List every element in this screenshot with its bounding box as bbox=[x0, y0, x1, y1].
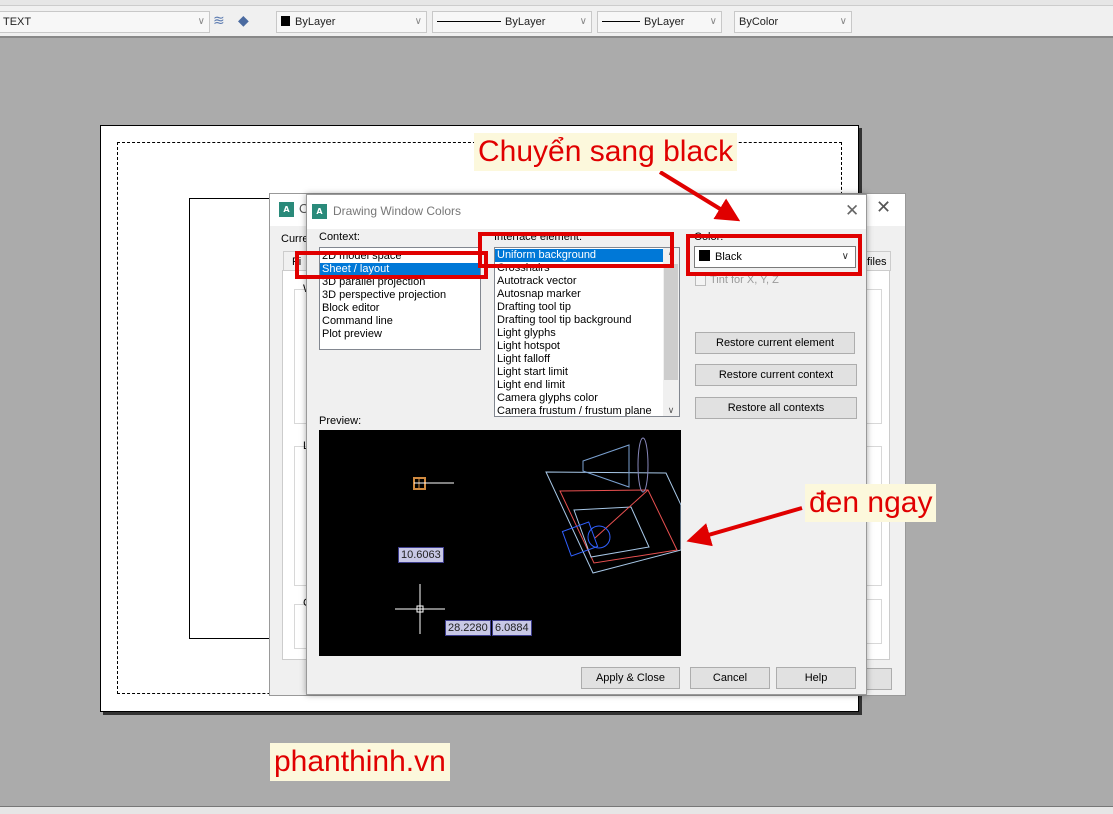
watermark: phanthinh.vn bbox=[270, 743, 450, 781]
arrow-to-color bbox=[658, 170, 741, 222]
status-bar bbox=[0, 806, 1113, 814]
arrow-to-preview bbox=[686, 506, 803, 547]
annotation-note-right: đen ngay bbox=[805, 484, 937, 522]
annotation-arrows bbox=[658, 170, 803, 547]
annotation-note-top: Chuyển sang black bbox=[474, 133, 738, 171]
